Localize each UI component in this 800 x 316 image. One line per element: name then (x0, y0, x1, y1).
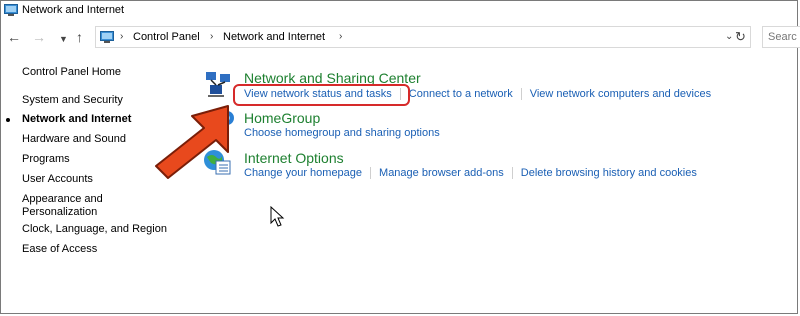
current-item-bullet (6, 118, 10, 122)
sidebar-item-hardware-and-sound[interactable]: Hardware and Sound (22, 133, 126, 145)
breadcrumb-control-panel[interactable]: Control Panel (133, 31, 200, 43)
sidebar-item-label: Network and Internet (22, 113, 132, 125)
network-sharing-center-icon (206, 72, 230, 97)
breadcrumb-separator[interactable]: › (339, 31, 342, 42)
search-placeholder: Searc (768, 31, 797, 43)
breadcrumb-network-and-internet[interactable]: Network and Internet (223, 31, 325, 43)
sidebar-item-programs[interactable]: Programs (22, 153, 70, 165)
sidebar-item-clock-language-region[interactable]: Clock, Language, and Region (22, 223, 167, 235)
breadcrumb-separator[interactable]: › (210, 31, 213, 42)
mouse-cursor-icon (270, 206, 285, 227)
refresh-icon[interactable]: ↻ (735, 29, 746, 45)
link-manage-addons[interactable]: Manage browser add-ons (379, 167, 504, 179)
navigation-bar: ← → ▼ ↑ › Control Panel › Network and In… (0, 24, 800, 52)
sidebar-item-network-and-internet[interactable]: Network and Internet (6, 113, 132, 125)
highlight-box (233, 84, 410, 106)
breadcrumb-separator[interactable]: › (120, 31, 123, 42)
category-links: Choose homegroup and sharing options (244, 127, 440, 139)
link-separator (520, 88, 522, 101)
search-input[interactable]: Searc (762, 26, 800, 48)
sidebar-item-user-accounts[interactable]: User Accounts (22, 173, 93, 185)
sidebar-item-control-panel-home[interactable]: Control Panel Home (22, 66, 121, 78)
category-links: Change your homepage Manage browser add-o… (244, 167, 697, 180)
link-separator (511, 167, 513, 180)
back-arrow-icon[interactable]: ← (7, 30, 21, 44)
up-arrow-icon[interactable]: ↑ (76, 30, 83, 44)
category-title-homegroup[interactable]: HomeGroup (244, 110, 320, 126)
title-bar: Network and Internet (0, 0, 800, 22)
sidebar-item-personalization[interactable]: Personalization (22, 206, 97, 218)
sidebar-item-ease-of-access[interactable]: Ease of Access (22, 243, 97, 255)
link-change-homepage[interactable]: Change your homepage (244, 167, 362, 179)
category-title-internet-options[interactable]: Internet Options (244, 150, 344, 166)
control-panel-icon (100, 31, 114, 43)
sidebar-item-appearance[interactable]: Appearance and (22, 193, 103, 205)
chevron-down-icon[interactable]: ⌄ (725, 31, 733, 42)
recent-locations-chevron-icon[interactable]: ▼ (59, 32, 68, 46)
window-title: Network and Internet (22, 4, 125, 16)
link-view-network-computers[interactable]: View network computers and devices (530, 88, 711, 100)
link-delete-browsing-history[interactable]: Delete browsing history and cookies (521, 167, 697, 179)
address-bar[interactable]: › Control Panel › Network and Internet ›… (95, 26, 751, 48)
forward-arrow-icon[interactable]: → (32, 30, 46, 44)
pointer-arrow-icon (155, 105, 229, 179)
link-connect-to-network[interactable]: Connect to a network (409, 88, 513, 100)
link-separator (370, 167, 372, 180)
sidebar-item-system-and-security[interactable]: System and Security (22, 94, 123, 106)
control-panel-icon (4, 4, 18, 16)
link-choose-homegroup-options[interactable]: Choose homegroup and sharing options (244, 127, 440, 139)
